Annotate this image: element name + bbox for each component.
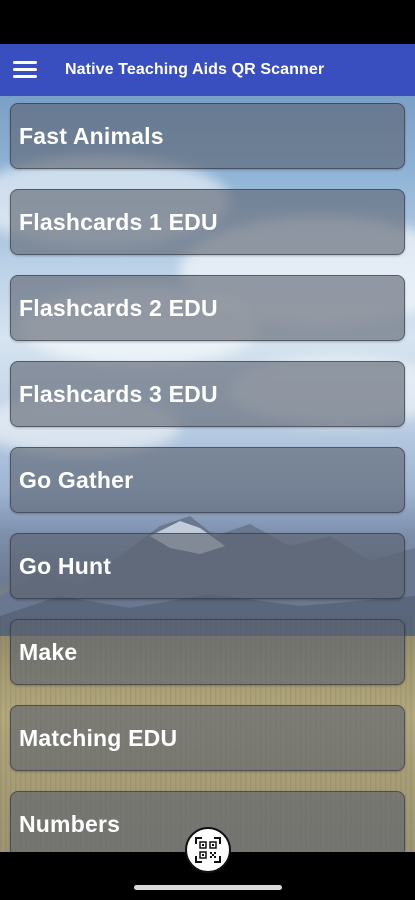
menu-item-flashcards-3-edu[interactable]: Flashcards 3 EDU bbox=[10, 361, 405, 427]
menu-item-go-gather[interactable]: Go Gather bbox=[10, 447, 405, 513]
menu-item-label: Go Hunt bbox=[19, 552, 112, 579]
menu-item-label: Go Gather bbox=[19, 466, 134, 493]
menu-item-label: Fast Animals bbox=[19, 122, 164, 149]
menu-item-label: Make bbox=[19, 638, 78, 665]
home-indicator[interactable] bbox=[134, 885, 282, 890]
menu-item-label: Flashcards 1 EDU bbox=[19, 208, 218, 235]
app-title: Native Teaching Aids QR Scanner bbox=[65, 61, 325, 78]
qr-scan-button[interactable] bbox=[185, 827, 231, 873]
menu-item-fast-animals[interactable]: Fast Animals bbox=[10, 103, 405, 169]
app-bar: Native Teaching Aids QR Scanner bbox=[0, 44, 415, 96]
menu-item-matching-edu[interactable]: Matching EDU bbox=[10, 705, 405, 771]
menu-item-flashcards-1-edu[interactable]: Flashcards 1 EDU bbox=[10, 189, 405, 255]
menu-item-label: Flashcards 2 EDU bbox=[19, 294, 218, 321]
menu-item-go-hunt[interactable]: Go Hunt bbox=[10, 533, 405, 599]
menu-item-flashcards-2-edu[interactable]: Flashcards 2 EDU bbox=[10, 275, 405, 341]
menu-item-make[interactable]: Make bbox=[10, 619, 405, 685]
qr-code-scan-icon bbox=[195, 837, 221, 863]
menu-item-label: Matching EDU bbox=[19, 724, 178, 751]
menu-item-label: Flashcards 3 EDU bbox=[19, 380, 218, 407]
status-bar bbox=[0, 0, 415, 44]
hamburger-menu-icon[interactable] bbox=[13, 61, 37, 79]
menu-item-label: Numbers bbox=[19, 810, 121, 837]
